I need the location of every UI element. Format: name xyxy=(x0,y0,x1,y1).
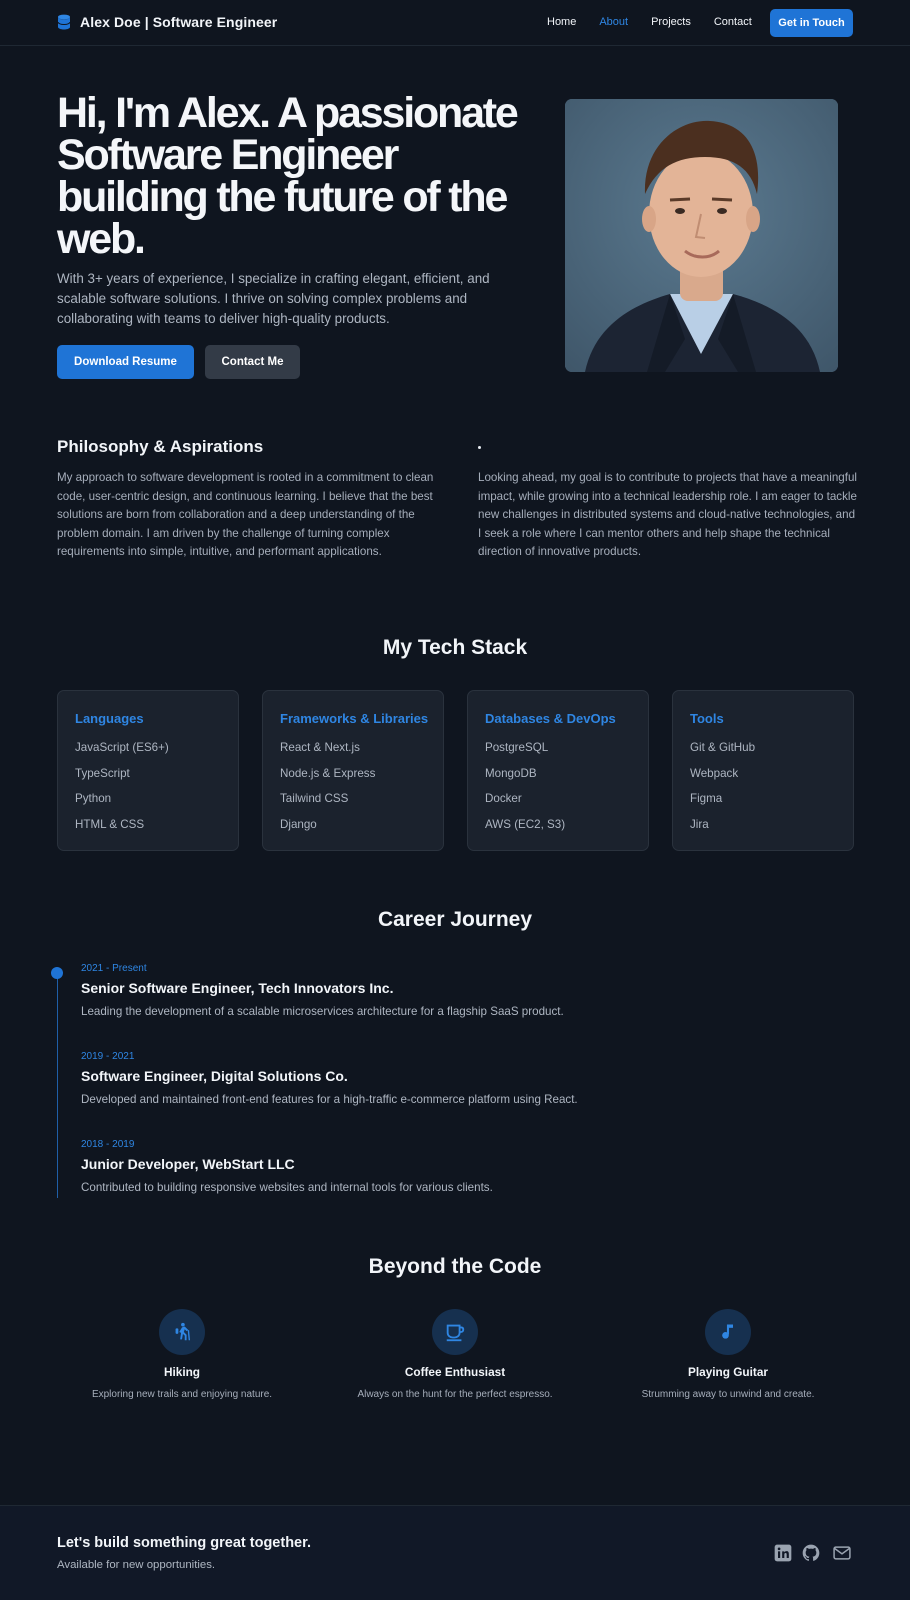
download-resume-button[interactable]: Download Resume xyxy=(57,345,194,379)
nav-home[interactable]: Home xyxy=(547,16,576,28)
card-title: Databases & DevOps xyxy=(485,711,616,726)
job-description: Leading the development of a scalable mi… xyxy=(81,1005,564,1018)
nav-about[interactable]: About xyxy=(599,16,628,28)
list-item: JavaScript (ES6+) xyxy=(75,741,169,754)
list-item: React & Next.js xyxy=(280,741,360,754)
tech-card-databases: Databases & DevOps PostgreSQL MongoDB Do… xyxy=(467,690,649,851)
beyond-title: Beyond the Code xyxy=(368,1255,542,1278)
job-description: Developed and maintained front-end featu… xyxy=(81,1093,578,1106)
hobby-card: Coffee Enthusiast Always on the hunt for… xyxy=(325,1309,585,1400)
timeline-line xyxy=(56,973,58,1198)
hobby-description: Exploring new trails and enjoying nature… xyxy=(91,1389,273,1400)
nav-contact[interactable]: Contact xyxy=(714,16,752,28)
hobby-description: Strumming away to unwind and create. xyxy=(641,1389,815,1400)
career-title: Career Journey xyxy=(377,908,533,931)
tech-card-frameworks: Frameworks & Libraries React & Next.js N… xyxy=(262,690,444,851)
tech-card-languages: Languages JavaScript (ES6+) TypeScript P… xyxy=(57,690,239,851)
contact-me-button[interactable]: Contact Me xyxy=(205,345,300,379)
timeline-dot xyxy=(51,967,63,979)
card-title: Frameworks & Libraries xyxy=(280,711,429,726)
tech-list: PostgreSQL MongoDB Docker AWS (EC2, S3) xyxy=(485,741,565,843)
list-item: MongoDB xyxy=(485,766,537,780)
list-item: Figma xyxy=(690,792,723,805)
list-item: Webpack xyxy=(690,766,739,780)
job-description: Contributed to building responsive websi… xyxy=(81,1181,493,1194)
profile-photo xyxy=(565,99,838,372)
hobby-description: Always on the hunt for the perfect espre… xyxy=(357,1389,553,1400)
tech-list: Git & GitHub Webpack Figma Jira xyxy=(690,741,755,843)
nav-projects[interactable]: Projects xyxy=(651,16,691,28)
hobby-name: Playing Guitar xyxy=(688,1365,768,1379)
main-nav: Home About Projects Contact xyxy=(547,16,775,28)
career-item: 2019 - 2021 Software Engineer, Digital S… xyxy=(81,1051,861,1106)
brand-title: Alex Doe | Software Engineer xyxy=(80,14,278,30)
tech-list: JavaScript (ES6+) TypeScript Python HTML… xyxy=(75,741,169,843)
list-item: Node.js & Express xyxy=(280,766,376,780)
hobby-card: Hiking Exploring new trails and enjoying… xyxy=(52,1309,312,1400)
job-date: 2021 - Present xyxy=(81,963,147,974)
profile-photo-illustration xyxy=(565,99,838,372)
list-item: TypeScript xyxy=(75,766,130,780)
hobby-name: Hiking xyxy=(163,1365,201,1379)
job-title: Software Engineer, Digital Solutions Co. xyxy=(81,1068,348,1084)
philosophy-left-text: My approach to software development is r… xyxy=(57,471,434,559)
hero-title: Hi, I'm Alex. A passionate Software Engi… xyxy=(57,89,519,263)
coffee-icon xyxy=(432,1309,478,1355)
hiking-icon xyxy=(159,1309,205,1355)
career-item: 2021 - Present Senior Software Engineer,… xyxy=(81,963,861,1018)
linkedin-icon[interactable] xyxy=(773,1543,793,1563)
philosophy-right-text: Looking ahead, my goal is to contribute … xyxy=(478,471,857,559)
get-in-touch-button[interactable]: Get in Touch xyxy=(770,9,853,37)
site-footer: Let's build something great together. Av… xyxy=(0,1505,910,1600)
list-item: Git & GitHub xyxy=(690,741,756,754)
job-title: Senior Software Engineer, Tech Innovator… xyxy=(81,980,394,996)
list-item: Tailwind CSS xyxy=(280,792,349,805)
list-item: Django xyxy=(280,817,317,831)
hero-description: With 3+ years of experience, I specializ… xyxy=(57,271,490,326)
database-icon xyxy=(57,14,71,30)
mail-icon[interactable] xyxy=(832,1543,852,1563)
footer-subtitle: Available for new opportunities. xyxy=(57,1559,216,1571)
list-item: Jira xyxy=(690,817,709,831)
list-item: PostgreSQL xyxy=(485,741,549,754)
list-item: Python xyxy=(75,792,112,805)
career-item: 2018 - 2019 Junior Developer, WebStart L… xyxy=(81,1139,861,1194)
list-item: HTML & CSS xyxy=(75,817,145,831)
hobby-card: Playing Guitar Strumming away to unwind … xyxy=(598,1309,858,1400)
card-title: Tools xyxy=(690,711,724,726)
job-title: Junior Developer, WebStart LLC xyxy=(81,1156,295,1172)
site-header: Alex Doe | Software Engineer Home About … xyxy=(0,0,910,46)
footer-title: Let's build something great together. xyxy=(57,1535,311,1551)
tech-list: React & Next.js Node.js & Express Tailwi… xyxy=(280,741,375,843)
job-date: 2019 - 2021 xyxy=(81,1051,135,1062)
hobby-name: Coffee Enthusiast xyxy=(404,1365,506,1379)
brand[interactable]: Alex Doe | Software Engineer xyxy=(57,14,277,30)
tech-stack-title: My Tech Stack xyxy=(382,636,528,659)
bullet-dot xyxy=(478,446,481,449)
list-item: AWS (EC2, S3) xyxy=(485,817,566,831)
music-note-icon xyxy=(705,1309,751,1355)
tech-card-tools: Tools Git & GitHub Webpack Figma Jira xyxy=(672,690,854,851)
github-icon[interactable] xyxy=(801,1543,821,1563)
job-date: 2018 - 2019 xyxy=(81,1139,135,1150)
philosophy-title: Philosophy & Aspirations xyxy=(57,437,264,456)
list-item: Docker xyxy=(485,792,522,805)
card-title: Languages xyxy=(75,711,144,726)
